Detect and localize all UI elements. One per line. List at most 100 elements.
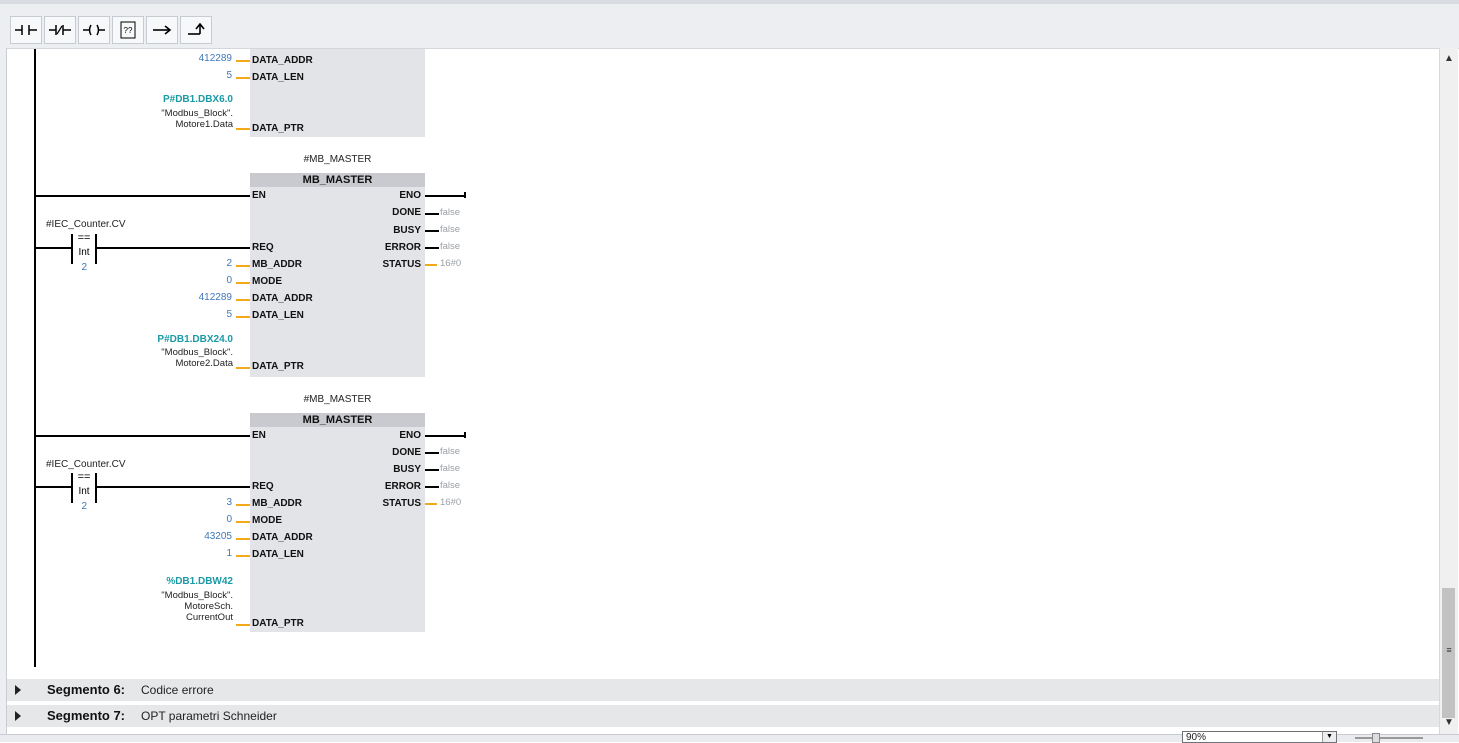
data-ptr-address[interactable]: P#DB1.DBX24.0 [127, 334, 233, 345]
pin-line [236, 265, 250, 267]
output-coil-button[interactable] [78, 16, 110, 44]
segment-7-header[interactable]: Segmento 7: OPT parametri Schneider [7, 705, 1439, 727]
normally-open-contact-button[interactable] [10, 16, 42, 44]
data-addr-value[interactable]: 412289 [167, 292, 232, 303]
segment-title: Segmento 7: [47, 708, 126, 723]
data-ptr-tag-line: Motore1.Data [175, 119, 233, 130]
pin-line [236, 77, 250, 79]
pin-data-len: DATA_LEN [252, 72, 304, 83]
scroll-grip-icon: ≡ [1446, 645, 1452, 655]
eno-wire [425, 435, 465, 437]
mb-master-block[interactable]: MB_MASTER EN REQ MB_ADDR MODE DATA_ADDR … [250, 413, 425, 632]
instance-db-label[interactable]: #MB_MASTER [250, 154, 425, 165]
normally-closed-contact-icon [49, 25, 71, 35]
mb-master-block[interactable]: MB_MASTER EN REQ MB_ADDR MODE DATA_ADDR … [250, 173, 425, 377]
close-branch-button[interactable] [180, 16, 212, 44]
data-ptr-tag-line: MotoreSch. [184, 601, 233, 612]
pin-data-len: DATA_LEN [252, 549, 304, 560]
segment-6-header[interactable]: Segmento 6: Codice errore [7, 679, 1439, 701]
error-wire [425, 486, 439, 488]
eno-wire [425, 195, 465, 197]
data-ptr-address[interactable]: %DB1.DBW42 [127, 576, 233, 587]
compare-type: Int [78, 486, 90, 497]
pin-req: REQ [252, 242, 274, 253]
pin-line [236, 367, 250, 369]
pin-mb-addr: MB_ADDR [252, 259, 302, 270]
data-ptr-address[interactable]: P#DB1.DBX6.0 [127, 94, 233, 105]
normally-closed-contact-button[interactable] [44, 16, 76, 44]
done-value: false [440, 207, 461, 218]
pin-done: DONE [392, 447, 421, 458]
compare-operand[interactable]: #IEC_Counter.CV [46, 219, 126, 230]
zoom-select[interactable]: 90% [1182, 731, 1337, 743]
pin-mode: MODE [252, 515, 282, 526]
vertical-scrollbar[interactable]: ▲ ≡ ▼ [1439, 48, 1458, 734]
empty-box-button[interactable]: ?? [112, 16, 144, 44]
expand-arrow-icon[interactable] [15, 685, 21, 695]
data-ptr-tag-line: CurrentOut [186, 612, 233, 623]
svg-text:??: ?? [124, 26, 133, 35]
busy-wire [425, 469, 439, 471]
mb-master-block-partial[interactable]: DATA_ADDR DATA_LEN DATA_PTR [250, 49, 425, 137]
pin-en: EN [252, 190, 266, 201]
data-addr-value[interactable]: 43205 [167, 531, 232, 542]
ladder-editor[interactable]: DATA_ADDR DATA_LEN DATA_PTR 412289 5 P#D… [7, 49, 1439, 677]
data-len-value[interactable]: 5 [167, 309, 232, 320]
data-ptr-tag-line: "Modbus_Block". [161, 108, 233, 119]
scroll-up-icon[interactable]: ▲ [1441, 50, 1457, 66]
data-ptr-tag-line: Motore2.Data [175, 358, 233, 369]
status-wire [425, 503, 437, 505]
pin-status: STATUS [382, 259, 421, 270]
mode-value[interactable]: 0 [167, 514, 232, 525]
zoom-slider-track[interactable] [1355, 737, 1423, 739]
pin-line [236, 316, 250, 318]
pin-eno: ENO [399, 430, 421, 441]
pin-line [236, 282, 250, 284]
zoom-slider-handle[interactable] [1372, 733, 1380, 743]
req-wire-left [35, 486, 73, 488]
instance-db-label[interactable]: #MB_MASTER [250, 394, 425, 405]
empty-box-icon: ?? [120, 21, 136, 39]
en-wire [35, 435, 250, 437]
done-wire [425, 452, 439, 454]
compare-operand[interactable]: #IEC_Counter.CV [46, 459, 126, 470]
open-branch-button[interactable] [146, 16, 178, 44]
data-ptr-tag-line: "Modbus_Block". [161, 347, 233, 358]
compare-contact[interactable]: == Int [71, 471, 97, 503]
status-value: 16#0 [440, 497, 462, 508]
eno-wire-end [464, 192, 466, 198]
req-wire-right [97, 486, 250, 488]
block-type-title: MB_MASTER [250, 413, 425, 427]
mb-addr-value[interactable]: 2 [167, 258, 232, 269]
pin-line [236, 555, 250, 557]
data-len-value[interactable]: 5 [167, 70, 232, 81]
pin-line [236, 60, 250, 62]
pin-req: REQ [252, 481, 274, 492]
data-addr-value[interactable]: 412289 [167, 53, 232, 64]
pin-line [236, 504, 250, 506]
data-len-value[interactable]: 1 [167, 548, 232, 559]
pin-line [236, 128, 250, 130]
pin-line [236, 624, 250, 626]
error-wire [425, 247, 439, 249]
req-wire-left [35, 247, 73, 249]
pin-data-ptr: DATA_PTR [252, 361, 304, 372]
error-value: false [440, 480, 461, 491]
error-value: false [440, 241, 461, 252]
scroll-down-icon[interactable]: ▼ [1441, 714, 1457, 730]
output-coil-icon [83, 24, 105, 36]
pin-data-ptr: DATA_PTR [252, 123, 304, 134]
busy-value: false [440, 224, 461, 235]
expand-arrow-icon[interactable] [15, 711, 21, 721]
power-rail [34, 49, 36, 667]
eno-wire-end [464, 432, 466, 438]
segment-description: Codice errore [141, 683, 214, 697]
status-value: 16#0 [440, 258, 462, 269]
normally-open-contact-icon [15, 25, 37, 35]
pin-error: ERROR [384, 481, 421, 492]
mode-value[interactable]: 0 [167, 275, 232, 286]
compare-value[interactable]: 2 [69, 501, 87, 512]
mb-addr-value[interactable]: 3 [167, 497, 232, 508]
compare-value[interactable]: 2 [69, 262, 87, 273]
compare-contact[interactable]: == Int [71, 232, 97, 264]
